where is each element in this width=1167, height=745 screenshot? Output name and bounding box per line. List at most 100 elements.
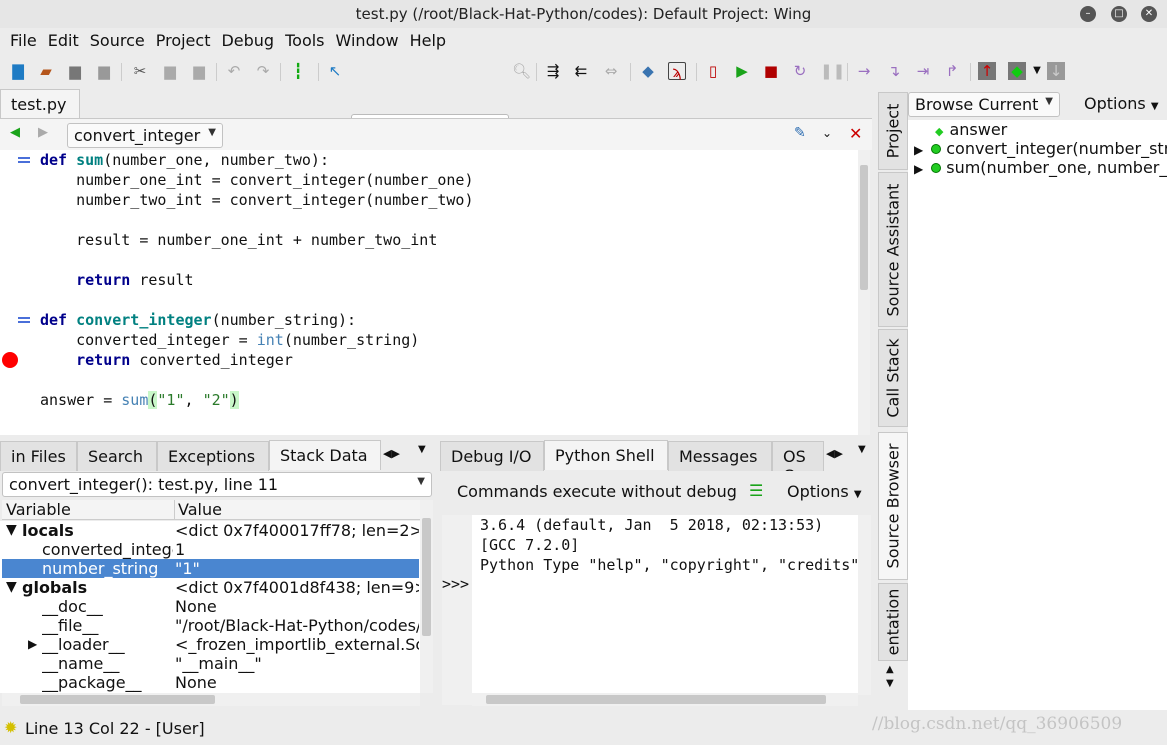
forward-arrow-icon[interactable]: ▶ — [38, 125, 48, 140]
column-value[interactable]: Value — [174, 500, 222, 520]
side-tab-project[interactable]: Project — [878, 92, 908, 170]
pin-icon[interactable]: ✎ — [794, 125, 806, 141]
restart-icon[interactable]: ↻ — [791, 62, 809, 80]
tab-exceptions[interactable]: Exceptions — [157, 441, 269, 471]
expand-icon[interactable]: ▼ — [6, 578, 17, 597]
shell-vscrollbar[interactable] — [858, 515, 871, 695]
column-variable[interactable]: Variable — [6, 500, 71, 519]
stack-row[interactable]: __package__ None — [2, 673, 419, 692]
run-icon[interactable]: ▶ — [733, 62, 751, 80]
stack-row[interactable]: __file__ "/root/Black-Hat-Python/codes/te… — [2, 616, 419, 635]
menu-tools[interactable]: Tools — [281, 28, 331, 55]
frame-options-icon[interactable]: ↓ — [1047, 62, 1065, 80]
side-tab-call-stack[interactable]: Call Stack — [878, 329, 908, 427]
side-tabs-scroll-up-icon[interactable]: ▲ — [886, 664, 894, 675]
back-arrow-icon[interactable]: ◀ — [10, 125, 20, 140]
expand-icon[interactable]: ▼ — [6, 521, 17, 540]
shell-tabs-menu-icon[interactable]: ▼ — [858, 444, 866, 455]
new-file-icon[interactable]: ▇ — [9, 62, 27, 80]
tabs-menu-icon[interactable]: ▼ — [418, 444, 426, 455]
minimize-button[interactable]: – — [1080, 6, 1096, 22]
python-shell-output[interactable]: 3.6.4 (default, Jan 5 2018, 02:13:53) [G… — [472, 515, 858, 695]
fold-icon[interactable] — [18, 317, 30, 323]
paste-icon[interactable]: ▆ — [190, 62, 208, 80]
tab-python-shell[interactable]: Python Shell — [544, 440, 668, 470]
tab-test-py[interactable]: test.py — [0, 89, 80, 119]
save-all-icon[interactable]: ▆ — [95, 62, 113, 80]
toggle-indent-icon[interactable]: ⇔ — [602, 62, 620, 80]
stack-row[interactable]: __doc__ None — [2, 597, 419, 616]
tabs-scroll-left-icon[interactable]: ◀▶ — [383, 447, 400, 460]
expand-icon[interactable]: ▶ — [914, 143, 923, 157]
shell-hscrollbar[interactable] — [472, 693, 858, 706]
code-editor[interactable]: def sum(number_one, number_two): number_… — [0, 150, 858, 435]
tab-debug-io[interactable]: Debug I/O — [440, 441, 544, 471]
menu-help[interactable]: Help — [406, 28, 453, 55]
side-tab-documentation[interactable]: entation — [878, 583, 908, 661]
tab-os-commands[interactable]: OS C — [772, 441, 824, 471]
side-tab-source-browser[interactable]: Source Browser — [878, 432, 908, 580]
tab-stack-data[interactable]: Stack Data — [269, 440, 381, 470]
stack-row[interactable]: ▼ globals <dict 0x7f4001d8f438; len=9> — [2, 578, 419, 597]
menu-source[interactable]: Source — [86, 28, 152, 55]
expand-icon[interactable]: ▶ — [28, 635, 37, 654]
cut-icon[interactable]: ✂ — [131, 62, 149, 80]
options-chevron-icon[interactable]: ⌄ — [822, 126, 832, 140]
undo-icon[interactable]: ↶ — [225, 62, 243, 80]
tab-search-in-files[interactable]: in Files — [0, 441, 77, 471]
frame-dropdown-icon[interactable]: ▼ — [1028, 62, 1046, 80]
maximize-button[interactable]: □ — [1111, 6, 1127, 22]
shell-options-button[interactable]: Options ▼ — [787, 482, 862, 501]
expand-icon[interactable]: ▶ — [914, 162, 923, 176]
side-tab-source-assistant[interactable]: Source Assistant — [878, 172, 908, 327]
indent-icon[interactable]: ⇶ — [544, 62, 562, 80]
stop-icon[interactable]: ■ — [762, 62, 780, 80]
tab-messages[interactable]: Messages — [668, 441, 772, 471]
frame-up-icon[interactable]: ↑ — [978, 62, 996, 80]
stack-row[interactable]: ▼ locals <dict 0x7f400017ff78; len=2> — [2, 521, 419, 540]
step-to-cursor-icon[interactable]: → — [855, 62, 873, 80]
copy-icon[interactable]: ▆ — [161, 62, 179, 80]
stack-row[interactable]: ▶ __loader__ <_frozen_importlib_external.S… — [2, 635, 419, 654]
tab-search[interactable]: Search — [77, 441, 157, 471]
scope-dropdown[interactable]: convert_integer ▼ — [67, 123, 223, 148]
menu-file[interactable]: File — [0, 28, 44, 55]
side-tabs-scroll-down-icon[interactable]: ▼ — [886, 678, 894, 689]
frame-down-icon[interactable]: ◆ — [1008, 62, 1026, 80]
tree-item-answer[interactable]: ◆ answer — [935, 120, 1007, 139]
stack-vscrollbar[interactable] — [420, 500, 433, 693]
step-out-icon[interactable]: ↱ — [943, 62, 961, 80]
menu-edit[interactable]: Edit — [44, 28, 86, 55]
stack-row[interactable]: number_string "1" — [2, 559, 419, 578]
menu-debug[interactable]: Debug — [217, 28, 281, 55]
browse-scope-dropdown[interactable]: Browse Current ▼ — [908, 92, 1060, 117]
redo-icon[interactable]: ↷ — [254, 62, 272, 80]
pause-icon[interactable]: ❚❚ — [820, 62, 845, 80]
outdent-icon[interactable]: ⇇ — [572, 62, 590, 80]
select-pointer-icon[interactable]: ↖ — [326, 62, 344, 80]
shell-tabs-scroll-icon[interactable]: ◀▶ — [826, 447, 843, 460]
source-browser-options-button[interactable]: Options ▼ — [1084, 94, 1159, 113]
save-icon[interactable]: ▆ — [66, 62, 84, 80]
stack-hscrollbar[interactable] — [2, 693, 420, 706]
menu-window[interactable]: Window — [332, 28, 406, 55]
python-icon[interactable]: ◆ — [639, 62, 657, 80]
tree-item-sum[interactable]: ▶sum(number_one, number_two) — [914, 158, 1167, 177]
close-editor-icon[interactable]: ✕ — [849, 124, 862, 143]
step-over-icon[interactable]: ⇥ — [914, 62, 932, 80]
step-into-icon[interactable]: ↴ — [885, 62, 903, 80]
breakpoint-file-icon[interactable]: ▯ — [704, 62, 722, 80]
stack-row[interactable]: __name__ "__main__" — [2, 654, 419, 673]
wrench-icon[interactable]: ϡ — [668, 62, 686, 81]
tree-item-convert-integer[interactable]: ▶convert_integer(number_string) — [914, 139, 1167, 158]
menu-project[interactable]: Project — [152, 28, 218, 55]
breakpoint-icon[interactable] — [2, 352, 18, 368]
debug-shell-icon[interactable]: ☰ — [749, 481, 763, 500]
search-icon[interactable]: 🔍︎ — [512, 62, 531, 80]
fold-icon[interactable] — [18, 157, 30, 163]
indent-guides-icon[interactable]: ┇ — [289, 62, 307, 80]
stack-row[interactable]: converted_integer1 — [2, 540, 419, 559]
stack-frame-dropdown[interactable]: convert_integer(): test.py, line 11 ▼ — [2, 472, 432, 497]
editor-scrollbar[interactable] — [858, 150, 870, 435]
open-folder-icon[interactable]: ▰ — [37, 62, 55, 80]
